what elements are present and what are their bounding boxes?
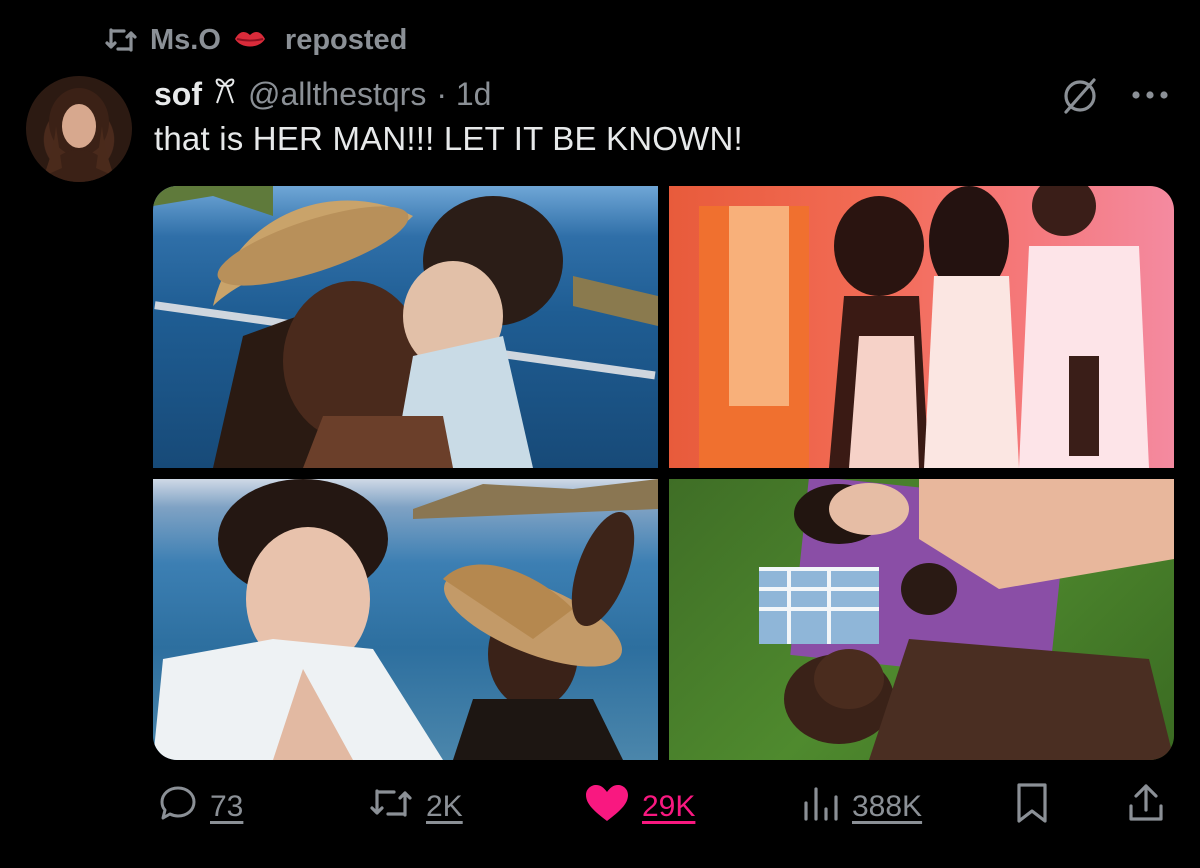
- author-handle[interactable]: @allthestqrs: [248, 76, 426, 113]
- author-name[interactable]: sof: [154, 76, 202, 113]
- reposter-name[interactable]: Ms.O: [150, 24, 221, 57]
- repost-count: 2K: [426, 790, 463, 823]
- more-options-icon[interactable]: [1130, 88, 1170, 106]
- views-chart-icon: [800, 783, 840, 831]
- share-icon: [1126, 782, 1166, 832]
- photo-2[interactable]: [669, 186, 1174, 468]
- post-time[interactable]: · 1d: [436, 76, 491, 113]
- reply-count: 73: [210, 790, 244, 823]
- like-button[interactable]: 29K: [584, 784, 695, 830]
- views-count: 388K: [852, 790, 923, 823]
- tweet[interactable]: Ms.O reposted sof @allthestqrs · 1d that…: [0, 0, 1200, 868]
- reply-icon: [158, 783, 198, 831]
- reply-button[interactable]: 73: [158, 784, 243, 830]
- repost-icon: [104, 27, 138, 53]
- repost-line: Ms.O reposted: [104, 22, 407, 58]
- bookmark-button[interactable]: [1014, 782, 1050, 832]
- share-button[interactable]: [1126, 784, 1166, 830]
- photo-3[interactable]: [153, 479, 658, 760]
- action-bar: 73 2K 29K 388K: [0, 770, 1200, 850]
- like-count: 29K: [642, 790, 696, 823]
- repost-label: reposted: [284, 23, 408, 56]
- photo-4[interactable]: [669, 479, 1174, 760]
- photo-1[interactable]: [153, 186, 658, 468]
- views-button[interactable]: 388K: [800, 784, 922, 830]
- avatar[interactable]: [26, 76, 132, 182]
- tweet-header: sof @allthestqrs · 1d: [154, 72, 491, 116]
- repost-action-icon: [368, 786, 414, 828]
- ribbon-icon: [212, 75, 238, 113]
- media-grid: [153, 186, 1174, 760]
- tweet-text: that is HER MAN!!! LET IT BE KNOWN!: [154, 120, 743, 157]
- heart-icon: [584, 783, 630, 831]
- repost-button[interactable]: 2K: [368, 784, 463, 830]
- lips-icon: [233, 27, 267, 53]
- grok-icon[interactable]: [1058, 74, 1102, 123]
- bookmark-icon: [1014, 782, 1050, 832]
